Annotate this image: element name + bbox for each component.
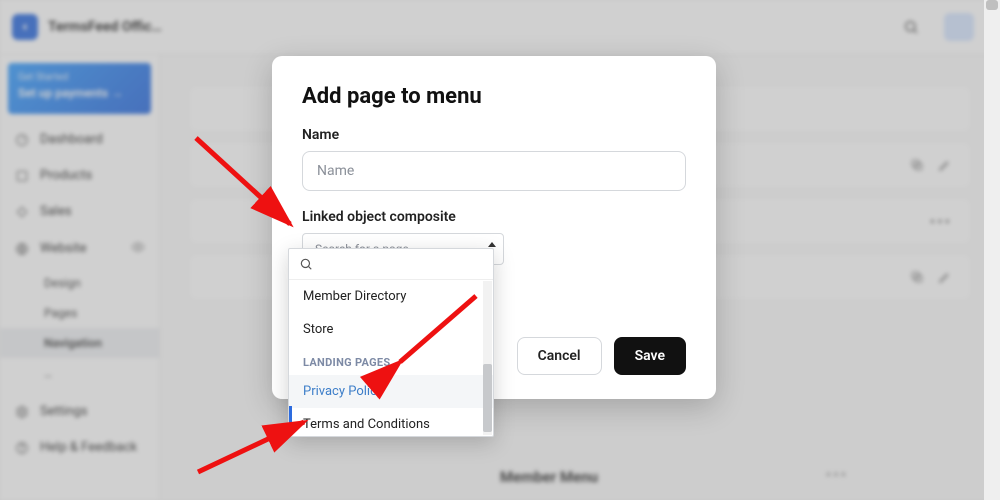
cancel-button[interactable]: Cancel [517, 337, 602, 375]
search-icon [299, 257, 313, 271]
option-store[interactable]: Store [289, 313, 493, 346]
dropdown-list: Member Directory Store LANDING PAGES Pri… [289, 280, 493, 436]
caret-up-icon [488, 242, 496, 247]
page-scroll-thumb[interactable] [986, 0, 998, 10]
selection-indicator [289, 406, 292, 428]
dropdown-search-row[interactable] [289, 249, 493, 280]
modal-title: Add page to menu [302, 84, 686, 109]
option-privacy-policy[interactable]: Privacy Policy [289, 375, 493, 408]
option-member-directory[interactable]: Member Directory [289, 280, 493, 313]
page-search-dropdown: Member Directory Store LANDING PAGES Pri… [288, 248, 494, 437]
save-button[interactable]: Save [614, 337, 686, 375]
group-header-landing-pages: LANDING PAGES [289, 346, 493, 375]
name-label: Name [302, 127, 686, 143]
name-input[interactable] [302, 151, 686, 191]
option-terms-and-conditions[interactable]: Terms and Conditions [289, 408, 493, 441]
dropdown-scroll-thumb[interactable] [483, 364, 492, 432]
page-scrollbar[interactable] [984, 0, 1000, 500]
linked-object-label: Linked object composite [302, 209, 686, 225]
